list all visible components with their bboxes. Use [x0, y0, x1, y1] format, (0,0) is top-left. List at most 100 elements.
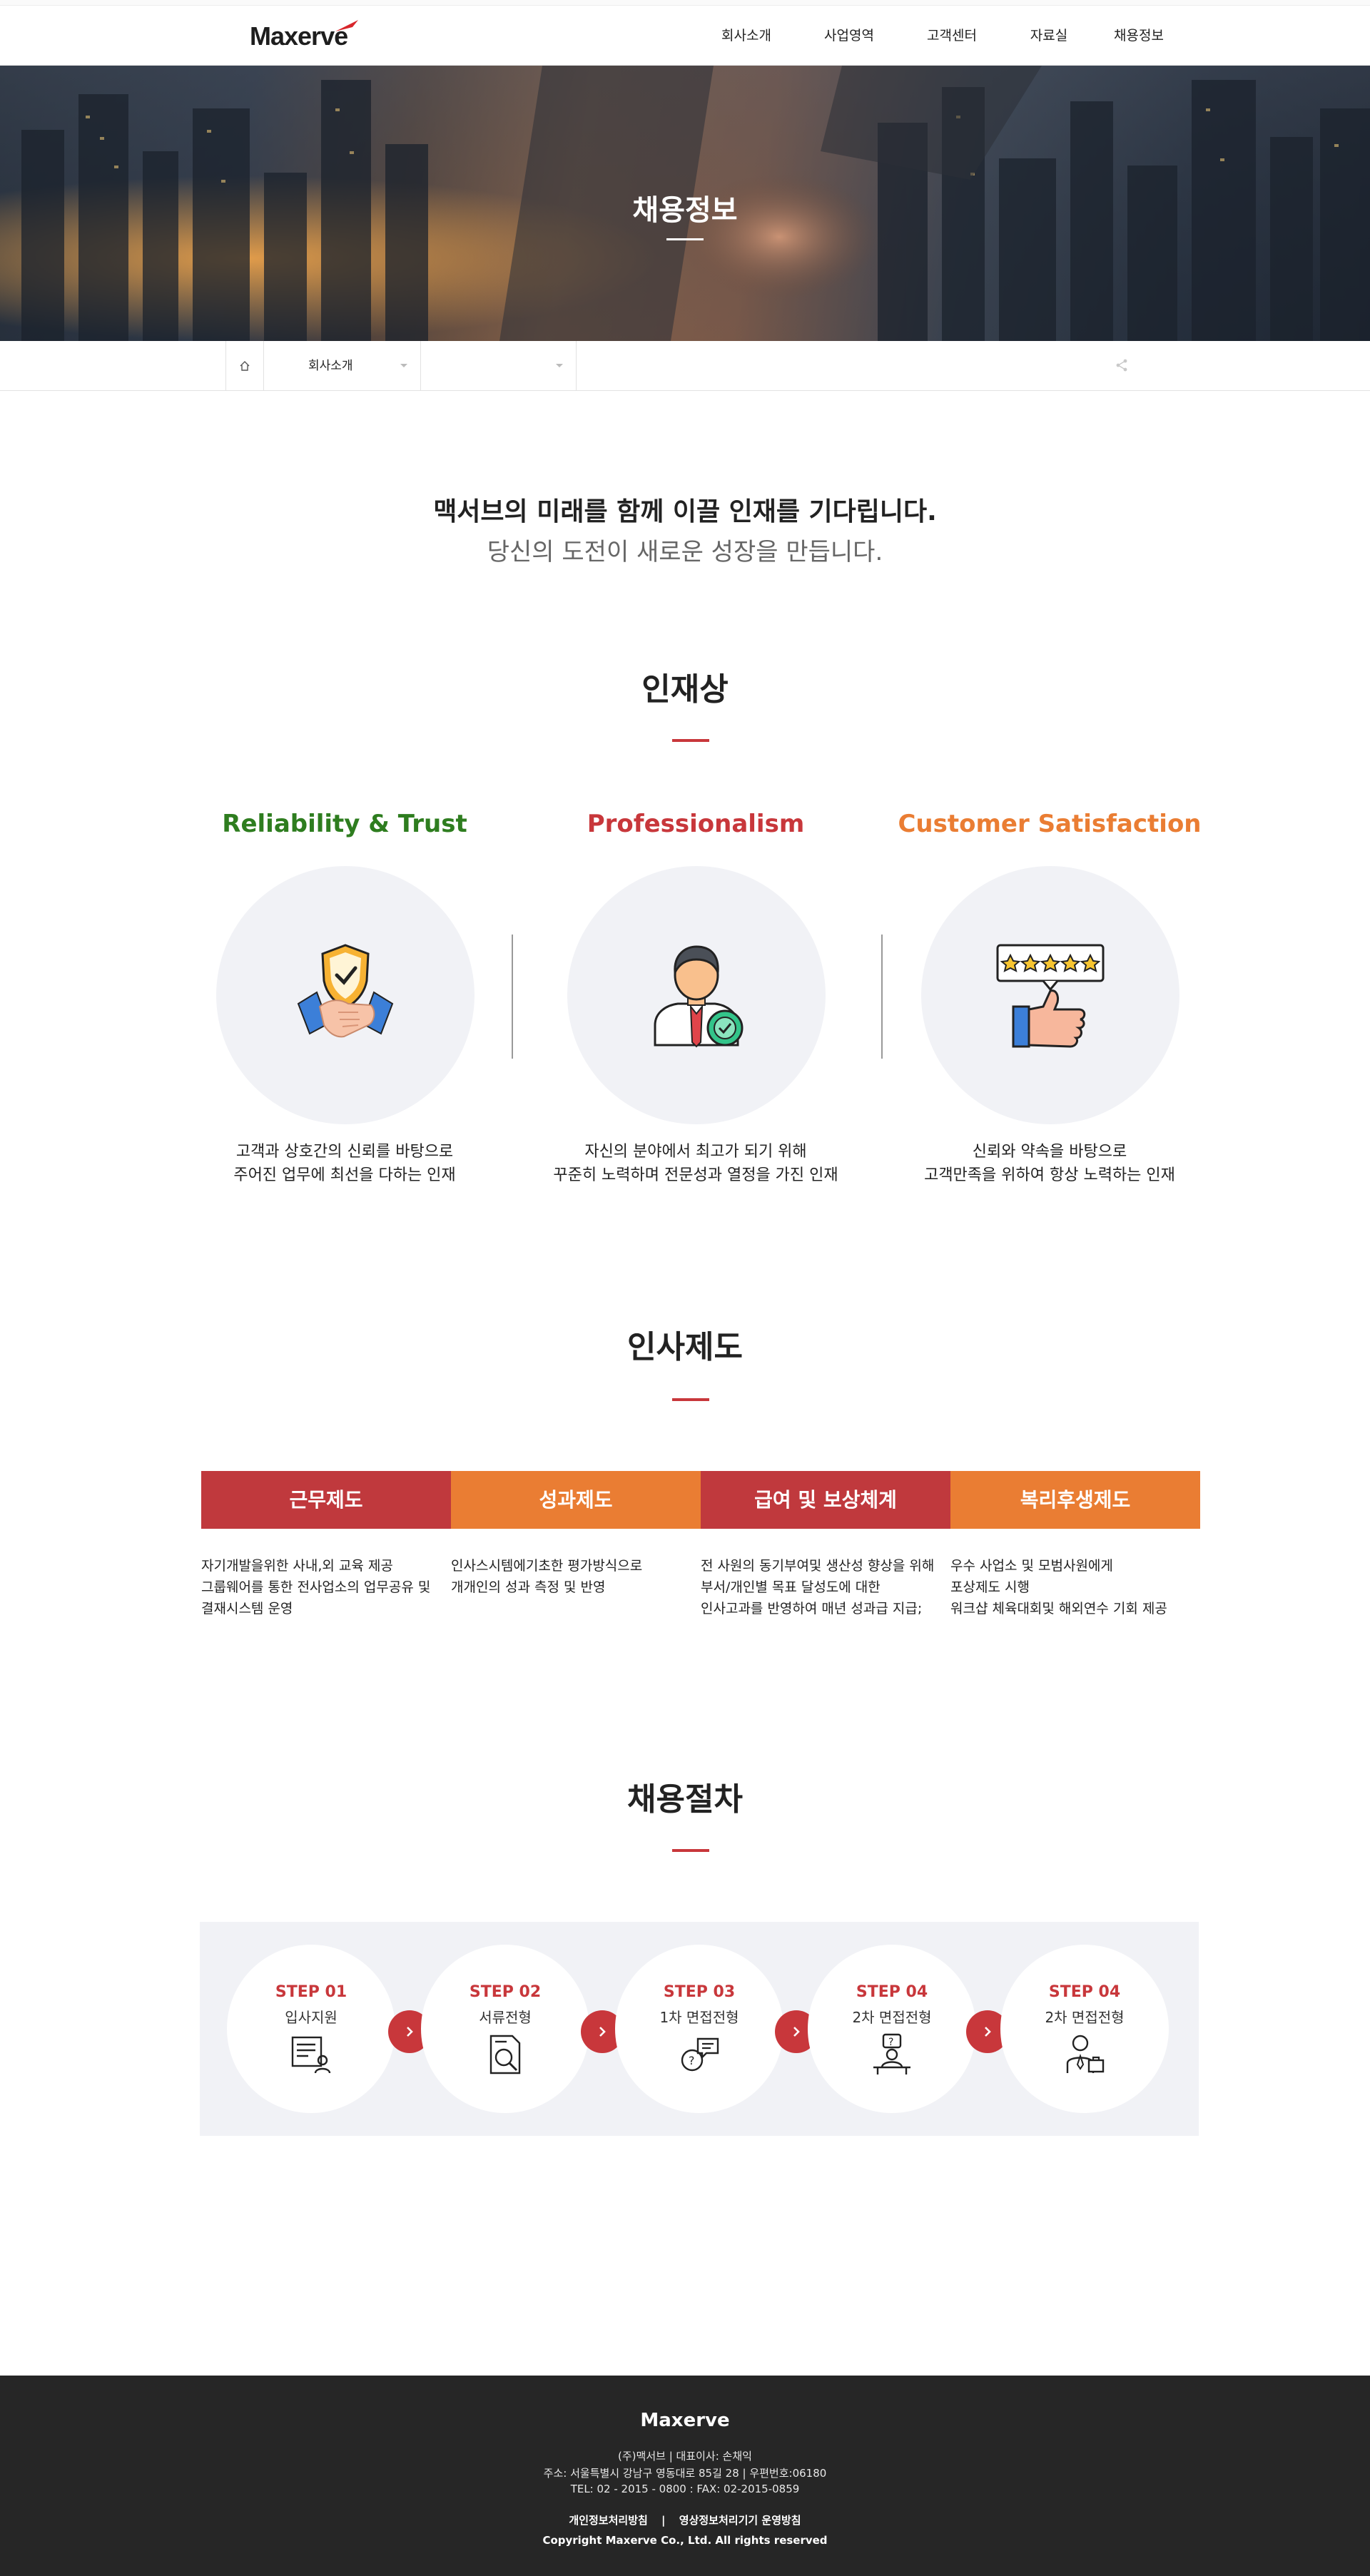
share-button[interactable]	[1115, 358, 1129, 375]
nav-item-resources[interactable]: 자료실	[1022, 6, 1076, 66]
talent-desc-line: 자신의 분야에서 최고가 되기 위해	[584, 1143, 807, 1161]
hero-underline	[666, 238, 704, 240]
talent-heading: Professionalism	[587, 810, 805, 838]
intro-heading: 맥서브의 미래를 함께 이끌 인재를 기다립니다.	[433, 497, 937, 526]
process-step-1: STEP 01 입사지원	[227, 1945, 395, 2113]
hired-person-icon	[1066, 2035, 1105, 2073]
talent-description: 자신의 분야에서 최고가 되기 위해 꾸준히 노력하며 전문성과 열정을 가진 …	[517, 1140, 874, 1187]
professional-person-icon	[654, 945, 744, 1048]
talent-section-title: 인재상	[641, 671, 729, 708]
hr-description-welfare: 우수 사업소 및 모범사원에게 포상제도 시행 워크샵 체육대회및 해외연수 기…	[950, 1555, 1193, 1619]
talent-description: 신뢰와 약속을 바탕으로 고객만족을 위하여 항상 노력하는 인재	[871, 1140, 1228, 1187]
talent-description: 고객과 상호간의 신뢰를 바탕으로 주어진 업무에 최선을 다하는 인재	[166, 1140, 523, 1187]
chevron-right-icon	[407, 2027, 413, 2037]
talent-heading: Reliability & Trust	[222, 810, 467, 838]
subnav-select-primary[interactable]: 회사소개	[264, 341, 421, 391]
footer-link-separator: |	[661, 2514, 666, 2527]
hr-desc-line: 인사고과를 반영하여 매년 성과급 지급;	[701, 1601, 923, 1617]
svg-text:?: ?	[689, 2054, 695, 2067]
talent-card-professionalism: Professionalism 자신의 분야에서 최고가 되기 위해 꾸준히 노…	[517, 806, 874, 1184]
sub-navigation: 회사소개	[0, 341, 1370, 391]
svg-text:?: ?	[888, 2037, 893, 2048]
footer-links: 개인정보처리방침 | 영상정보처리기기 운영방침	[0, 2513, 1370, 2527]
site-footer: Maxerve (주)맥서브 | 대표이사: 손채익 주소: 서울특별시 강남구…	[0, 2376, 1370, 2576]
footer-address: 주소: 서울특별시 강남구 영동대로 85길 28 | 우편번호:06180	[543, 2467, 827, 2480]
process-title-underline	[672, 1849, 709, 1852]
thumbs-up-rating-icon	[996, 944, 1105, 1048]
step-label: 입사지원	[285, 2009, 338, 2026]
process-step-5: STEP 04 2차 면접전형	[1000, 1945, 1169, 2113]
intro-subheading: 당신의 도전이 새로운 성장을 만듭니다.	[487, 538, 883, 566]
hr-description-work: 자기개발을위한 사내,외 교육 제공 그룹웨어를 통한 전사업소의 업무공유 및…	[201, 1555, 444, 1619]
hr-section-title: 인사제도	[627, 1329, 743, 1365]
hero-banner: 채용정보	[0, 66, 1370, 341]
process-step-3: STEP 03 1차 면접전형 ?	[615, 1945, 783, 2113]
top-strip	[0, 0, 1370, 6]
home-button[interactable]	[225, 341, 264, 391]
talent-desc-line: 신뢰와 약속을 바탕으로	[972, 1143, 1127, 1161]
talent-icon-circle	[567, 866, 826, 1124]
hr-desc-line: 결재시스템 운영	[201, 1601, 293, 1617]
nav-item-support[interactable]: 고객센터	[919, 6, 985, 66]
talent-desc-line: 꾸준히 노력하며 전문성과 열정을 가진 인재	[553, 1166, 838, 1184]
hr-desc-line: 부서/개인별 목표 달성도에 대한	[701, 1579, 881, 1595]
nav-item-company[interactable]: 회사소개	[714, 6, 779, 66]
footer-company-info: (주)맥서브 | 대표이사: 손채익	[618, 2450, 752, 2463]
main-nav: 회사소개 사업영역 고객센터 자료실 채용정보	[714, 6, 1172, 66]
site-header: Maxerve 회사소개 사업영역 고객센터 자료실 채용정보	[0, 6, 1370, 66]
subnav-select-secondary[interactable]	[421, 341, 577, 391]
application-form-icon	[291, 2036, 331, 2074]
nav-item-business[interactable]: 사업영역	[816, 6, 882, 66]
step-number: STEP 01	[275, 1983, 347, 2001]
footer-contact: TEL: 02 - 2015 - 0800 : FAX: 02-2015-085…	[570, 2483, 800, 2495]
step-number: STEP 04	[856, 1983, 928, 2001]
hr-description-performance: 인사스시템에기초한 평가방식으로 개개인의 성과 측정 및 반영	[451, 1555, 694, 1598]
subnav-primary-label: 회사소개	[308, 359, 353, 373]
talent-heading: Customer Satisfaction	[898, 810, 1202, 838]
cctv-policy-link[interactable]: 영상정보처리기기 운영방침	[679, 2514, 801, 2527]
share-icon	[1116, 359, 1127, 372]
process-step-2: STEP 02 서류전형	[421, 1945, 589, 2113]
privacy-policy-link[interactable]: 개인정보처리방침	[569, 2514, 647, 2527]
talent-desc-line: 고객만족을 위하여 항상 노력하는 인재	[924, 1166, 1175, 1184]
hr-desc-line: 포상제도 시행	[950, 1579, 1030, 1595]
logo-text: Maxerve	[250, 21, 348, 51]
divider	[512, 935, 513, 1059]
interviewer-desk-icon: ?	[873, 2033, 910, 2074]
step-label: 서류전형	[479, 2009, 532, 2026]
talent-card-customer: Customer Satisfaction 신뢰와 약속을 바탕으로 고객만족을…	[871, 806, 1228, 1184]
step-label: 2차 면접전형	[1045, 2009, 1125, 2026]
divider	[881, 935, 883, 1059]
logo-swoosh-icon	[335, 20, 358, 31]
step-number: STEP 03	[663, 1983, 736, 2001]
talent-desc-line: 고객과 상호간의 신뢰를 바탕으로	[235, 1143, 454, 1161]
hr-tab-work: 근무제도	[201, 1471, 451, 1529]
hr-desc-line: 개개인의 성과 측정 및 반영	[451, 1579, 606, 1595]
chevron-down-icon	[556, 364, 563, 367]
logo[interactable]: Maxerve	[250, 19, 358, 54]
step-label: 1차 면접전형	[659, 2009, 739, 2026]
hr-desc-line: 자기개발을위한 사내,외 교육 제공	[201, 1558, 393, 1574]
hr-desc-line: 그룹웨어를 통한 전사업소의 업무공유 및	[201, 1579, 431, 1595]
hr-desc-line: 우수 사업소 및 모범사원에게	[950, 1558, 1113, 1574]
chevron-down-icon	[400, 364, 407, 367]
process-section-title: 채용절차	[627, 1781, 743, 1818]
document-review-icon	[489, 2035, 521, 2074]
step-number: STEP 04	[1048, 1983, 1121, 2001]
hr-title-underline	[672, 1398, 709, 1401]
talent-icon-circle	[216, 866, 475, 1124]
talent-icon-circle	[921, 866, 1179, 1124]
hr-desc-line: 전 사원의 동기부여및 생산성 향상을 위해	[701, 1558, 935, 1574]
handshake-shield-icon	[297, 944, 394, 1038]
step-number: STEP 02	[469, 1983, 542, 2001]
chevron-right-icon	[793, 2027, 800, 2037]
hr-tab-welfare: 복리후생제도	[950, 1471, 1200, 1529]
home-icon	[240, 361, 250, 371]
footer-copyright: Copyright Maxerve Co., Ltd. All rights r…	[542, 2534, 828, 2547]
hr-desc-line: 인사스시템에기초한 평가방식으로	[451, 1558, 643, 1574]
talent-desc-line: 주어진 업무에 최선을 다하는 인재	[233, 1166, 456, 1184]
step-label: 2차 면접전형	[852, 2009, 932, 2026]
chevron-right-icon	[599, 2027, 606, 2037]
talent-title-underline	[672, 739, 709, 742]
nav-item-recruit[interactable]: 채용정보	[1106, 6, 1172, 66]
